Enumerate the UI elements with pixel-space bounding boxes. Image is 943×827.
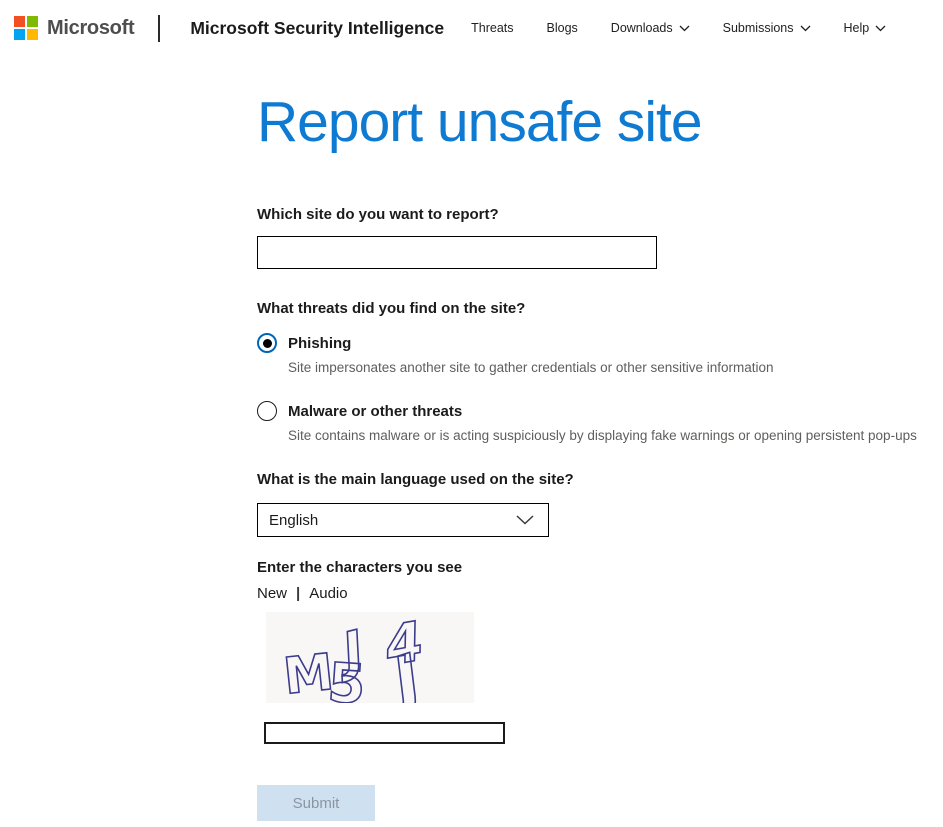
nav-downloads-label: Downloads — [611, 21, 673, 35]
threats-question-label: What threats did you find on the site? — [257, 300, 943, 317]
malware-description: Site contains malware or is acting suspi… — [288, 428, 943, 443]
nav-submissions-label: Submissions — [723, 21, 794, 35]
captcha-new-link[interactable]: New — [257, 585, 287, 602]
captcha-image: J 4 M 5 J — [266, 612, 474, 703]
radio-selected-icon — [257, 333, 277, 353]
phishing-description: Site impersonates another site to gather… — [288, 360, 943, 375]
language-select-value: English — [269, 512, 318, 529]
malware-radio[interactable]: Malware or other threats — [257, 401, 943, 421]
language-question-section: What is the main language used on the si… — [257, 471, 943, 537]
microsoft-logo-icon[interactable] — [14, 16, 38, 40]
chevron-down-icon — [875, 25, 886, 32]
svg-text:5: 5 — [326, 651, 368, 703]
captcha-label: Enter the characters you see — [257, 559, 943, 576]
radio-unselected-icon — [257, 401, 277, 421]
language-select[interactable]: English — [257, 503, 549, 537]
site-title-link[interactable]: Microsoft Security Intelligence — [190, 18, 444, 39]
header: Microsoft Microsoft Security Intelligenc… — [0, 0, 943, 52]
captcha-section: Enter the characters you see New | Audio… — [257, 559, 943, 744]
nav-blogs-label: Blogs — [547, 21, 578, 35]
logo-square-blue — [14, 29, 25, 40]
nav-help[interactable]: Help — [844, 21, 887, 35]
threat-option-phishing: Phishing Site impersonates another site … — [257, 333, 943, 375]
site-question-section: Which site do you want to report? — [257, 206, 943, 269]
nav-blogs[interactable]: Blogs — [547, 21, 578, 35]
captcha-audio-link[interactable]: Audio — [309, 585, 347, 602]
nav-downloads[interactable]: Downloads — [611, 21, 690, 35]
threat-option-malware: Malware or other threats Site contains m… — [257, 401, 943, 443]
nav-help-label: Help — [844, 21, 870, 35]
malware-radio-label: Malware or other threats — [288, 403, 462, 420]
captcha-links: New | Audio — [257, 585, 943, 602]
chevron-down-icon — [800, 25, 811, 32]
nav-threats[interactable]: Threats — [471, 21, 513, 35]
chevron-down-icon — [679, 25, 690, 32]
nav-submissions[interactable]: Submissions — [723, 21, 811, 35]
microsoft-wordmark[interactable]: Microsoft — [47, 17, 134, 40]
phishing-radio[interactable]: Phishing — [257, 333, 943, 353]
submit-button[interactable]: Submit — [257, 785, 375, 821]
phishing-radio-label: Phishing — [288, 335, 351, 352]
captcha-link-separator: | — [296, 585, 300, 602]
main-content: Report unsafe site Which site do you wan… — [0, 88, 943, 821]
nav-threats-label: Threats — [471, 21, 513, 35]
site-url-input[interactable] — [257, 236, 657, 269]
header-divider — [158, 15, 160, 42]
main-nav: Threats Blogs Downloads Submissions Help — [471, 21, 886, 35]
logo-square-yellow — [27, 29, 38, 40]
logo-square-green — [27, 16, 38, 27]
chevron-down-icon — [516, 515, 534, 525]
captcha-input[interactable] — [264, 722, 505, 744]
threats-question-section: What threats did you find on the site? P… — [257, 300, 943, 443]
logo-square-red — [14, 16, 25, 27]
language-question-label: What is the main language used on the si… — [257, 471, 943, 488]
site-question-label: Which site do you want to report? — [257, 206, 943, 223]
page-title: Report unsafe site — [257, 88, 943, 156]
